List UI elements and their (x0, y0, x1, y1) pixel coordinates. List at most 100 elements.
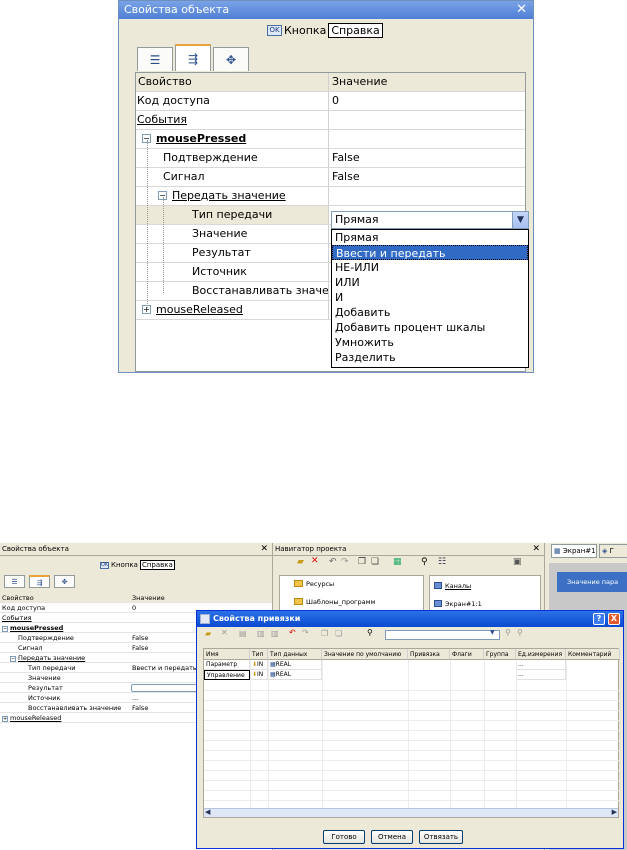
redo-icon[interactable]: ↷ (341, 557, 349, 567)
binding-name[interactable]: Управление (204, 670, 250, 680)
property-label[interactable]: mousePressed (156, 132, 246, 145)
collapse-icon[interactable]: − (2, 626, 8, 632)
close-icon[interactable]: ✕ (260, 543, 268, 556)
binding-unit[interactable]: ... (516, 660, 566, 670)
chevron-down-icon[interactable]: ▼ (490, 629, 495, 636)
property-label[interactable]: События (136, 111, 329, 129)
dropdown-option[interactable]: Умножить (332, 335, 528, 350)
undo-icon[interactable]: ↶ (289, 628, 296, 637)
binding-type[interactable]: ⬇IN (250, 670, 268, 680)
paste-icon[interactable]: ❏ (371, 557, 379, 567)
tab-screen[interactable]: ▦ Экран#1* (551, 544, 597, 558)
search-input[interactable] (385, 630, 500, 640)
property-row-access-code[interactable]: Код доступа 0 (136, 92, 525, 111)
dropdown-option-selected[interactable]: Ввести и передать (332, 245, 528, 260)
columns-icon[interactable]: ▥ (257, 629, 265, 638)
binding-type[interactable]: ⬇IN (250, 660, 268, 670)
property-value[interactable]: False (132, 643, 148, 653)
dropdown-option[interactable]: Разделить (332, 350, 528, 365)
settings-icon[interactable]: ▣ (513, 557, 522, 567)
tab-connections[interactable]: ✥ (213, 47, 249, 71)
screen-button[interactable]: Значение пара (557, 572, 627, 592)
collapse-icon[interactable]: − (10, 656, 16, 662)
property-value[interactable]: False (132, 703, 148, 713)
tab-events[interactable]: ⇶ (175, 44, 211, 71)
property-label[interactable]: mousePressed (10, 624, 63, 632)
binding-data-type[interactable]: ▦REAL (268, 670, 322, 680)
property-value[interactable]: 0 (332, 92, 339, 110)
horizontal-scrollbar[interactable]: ◀ ▶ (204, 808, 618, 817)
column-header-type[interactable]: Тип (250, 649, 268, 660)
redo-icon[interactable]: ↷ (302, 628, 309, 637)
property-value[interactable]: False (332, 168, 360, 186)
property-row-mousepressed[interactable]: − mousePressed (136, 130, 525, 149)
close-icon[interactable]: ✕ (516, 1, 527, 19)
property-label[interactable]: mouseReleased (156, 303, 243, 316)
column-header-binding[interactable]: Привязка (408, 649, 450, 660)
dropdown-option[interactable]: Добавить процент шкалы (332, 320, 528, 335)
delete-icon[interactable]: ✕ (221, 628, 228, 637)
list-icon[interactable]: ▤ (239, 629, 247, 638)
help-button[interactable]: Справка (139, 560, 175, 570)
binding-name[interactable]: Параметр (204, 660, 250, 670)
property-value[interactable]: False (132, 633, 148, 643)
connections-icon[interactable]: ✥ (54, 575, 75, 588)
property-row-events[interactable]: События (136, 111, 525, 130)
new-folder-icon[interactable]: ▰ (205, 629, 211, 638)
column-header-name[interactable]: Имя (204, 649, 250, 660)
property-row-confirmation[interactable]: Подтверждение False (136, 149, 525, 168)
dropdown-option[interactable]: И (332, 290, 528, 305)
tree-item-resources[interactable]: Ресурсы (294, 580, 334, 588)
columns-icon[interactable]: ▥ (271, 629, 279, 638)
new-folder-icon[interactable]: ▰ (297, 557, 304, 567)
property-value[interactable]: False (332, 149, 360, 167)
tree-view-icon[interactable]: ☷ (438, 557, 446, 567)
transfer-type-select[interactable]: Прямая ▼ (331, 211, 529, 229)
paste-icon[interactable]: ❏ (335, 629, 342, 638)
find-prev-icon[interactable]: ⚲ (517, 628, 523, 637)
undo-icon[interactable]: ↶ (329, 557, 337, 567)
find-next-icon[interactable]: ⚲ (505, 628, 511, 637)
column-header-flags[interactable]: Флаги (450, 649, 484, 660)
tab-other[interactable]: ◈ Г (599, 544, 627, 558)
delete-icon[interactable]: ✕ (311, 556, 319, 566)
dropdown-option[interactable]: Добавить (332, 305, 528, 320)
tab-properties[interactable]: ☰ (137, 47, 173, 71)
unbind-button[interactable]: Отвязать (419, 830, 463, 844)
property-label[interactable]: События (2, 613, 32, 623)
binding-data-type[interactable]: ▦REAL (268, 660, 322, 670)
close-icon[interactable]: ✕ (532, 543, 540, 556)
chevron-left-icon[interactable]: ◀ (205, 808, 210, 816)
expand-icon[interactable]: + (2, 716, 8, 722)
column-header-unit[interactable]: Ед.измерения (516, 649, 566, 660)
dropdown-option[interactable]: НЕ-ИЛИ (332, 260, 528, 275)
chevron-right-icon[interactable]: ▶ (612, 808, 617, 816)
help-icon[interactable]: ? (593, 613, 605, 625)
list-item-channels[interactable]: Каналы (434, 582, 471, 590)
property-value[interactable]: 0 (132, 603, 136, 613)
column-header-default-value[interactable]: Значение по умолчанию (322, 649, 408, 660)
find-icon[interactable]: ⚲ (421, 557, 428, 567)
dropdown-option[interactable]: ИЛИ (332, 275, 528, 290)
property-value[interactable]: ... (132, 693, 138, 703)
result-input[interactable] (131, 684, 201, 692)
property-label[interactable]: mouseReleased (10, 714, 61, 722)
column-header-data-type[interactable]: Тип данных (268, 649, 322, 660)
tree-item-program-templates[interactable]: Шаблоны_программ (294, 598, 375, 606)
column-header-group[interactable]: Группа (484, 649, 516, 660)
column-header-comment[interactable]: Комментарий (566, 649, 620, 660)
dropdown-option[interactable]: Прямая (332, 230, 528, 245)
done-button[interactable]: Готово (323, 830, 365, 844)
chevron-down-icon[interactable]: ▼ (512, 212, 528, 228)
binding-unit[interactable]: ... (516, 670, 566, 680)
property-row-signal[interactable]: Сигнал False (136, 168, 525, 187)
grid-icon[interactable]: ▦ (393, 557, 402, 567)
property-label[interactable]: Передать значение (18, 654, 85, 662)
copy-icon[interactable]: ❐ (358, 557, 366, 567)
close-icon[interactable]: X (608, 613, 620, 625)
property-row-pass-value[interactable]: − Передать значение (136, 187, 525, 206)
find-icon[interactable]: ⚲ (367, 628, 373, 637)
list-icon[interactable]: ☰ (4, 575, 25, 588)
cancel-button[interactable]: Отмена (371, 830, 413, 844)
property-label[interactable]: Передать значение (172, 189, 286, 202)
